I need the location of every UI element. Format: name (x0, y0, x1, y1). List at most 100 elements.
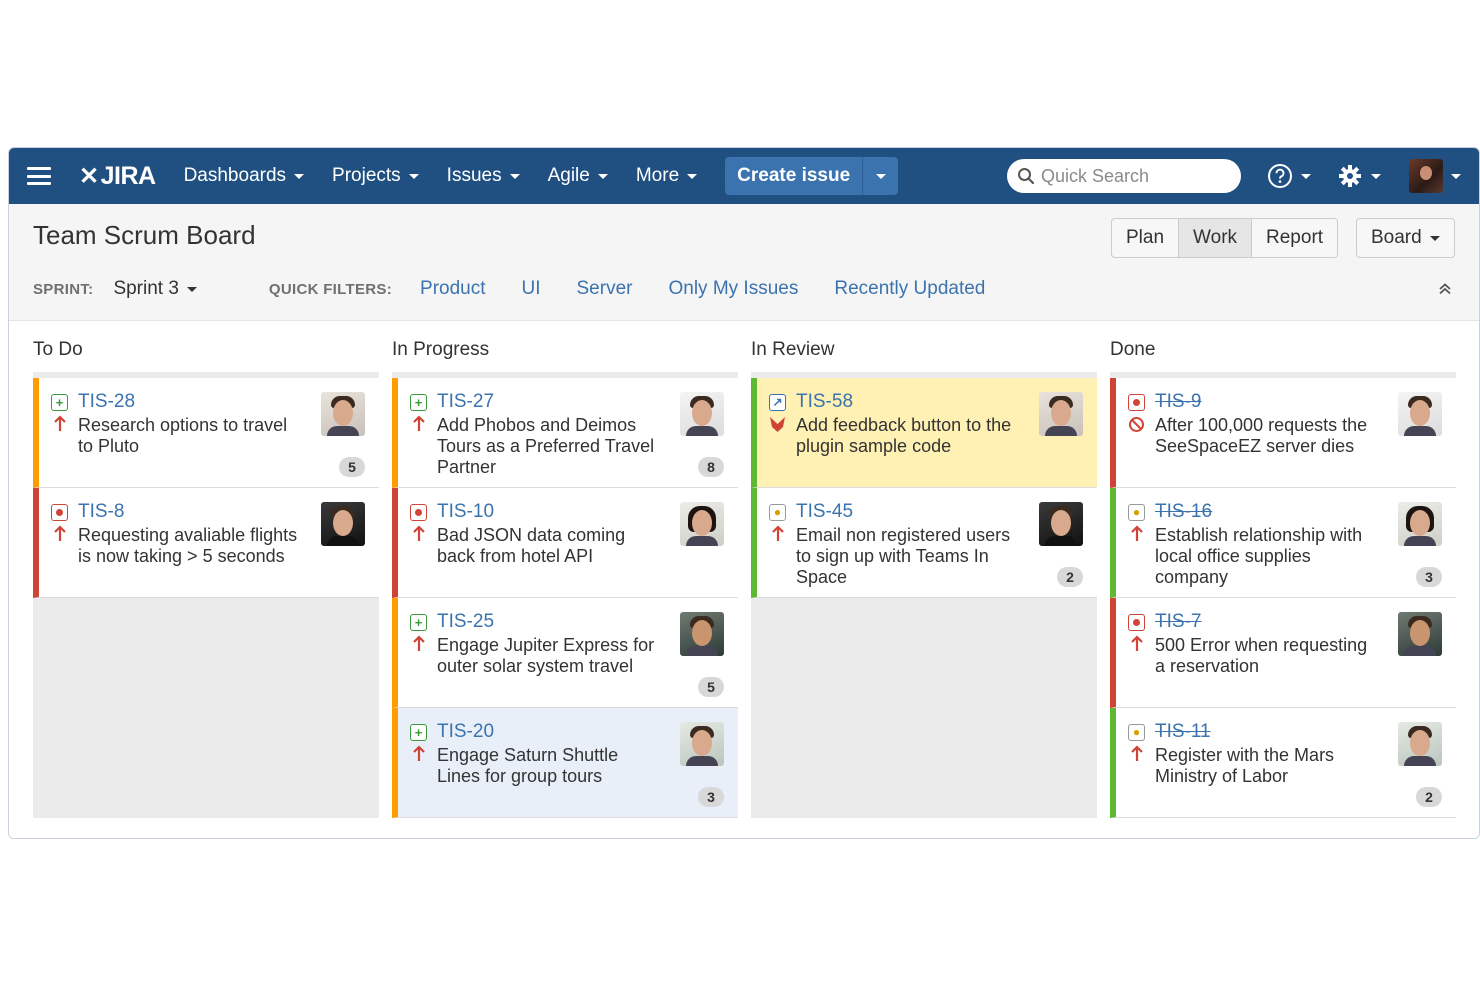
quick-search-input[interactable] (1041, 165, 1231, 187)
sprint-label: SPRINT: (33, 280, 94, 298)
quick-filter-server[interactable]: Server (577, 278, 633, 300)
story-icon: + (410, 613, 427, 631)
issue-card[interactable]: ↗ TIS-58 Add feedback button to the plugin… (751, 378, 1097, 488)
issue-key[interactable]: TIS-20 (437, 721, 494, 743)
story-points-badge: 8 (698, 457, 724, 477)
issue-key[interactable]: TIS-16 (1155, 501, 1212, 523)
issue-card[interactable]: ● TIS-11 Register with the Mars Ministry o… (1110, 708, 1456, 818)
board: To Do + TIS-28 Research options to travel t… (9, 321, 1479, 838)
issue-summary: Register with the Mars Ministry of Labor (1155, 745, 1335, 786)
column-to-do: + TIS-28 Research options to travel to Plu… (33, 372, 379, 818)
issue-card[interactable]: TIS-9 After 100,000 requests the SeeSpace… (1110, 378, 1456, 488)
assignee-avatar[interactable] (680, 722, 724, 766)
flag-icon (769, 415, 786, 457)
major-priority-icon (51, 415, 68, 457)
user-avatar[interactable] (1409, 159, 1443, 193)
issue-key[interactable]: TIS-58 (796, 391, 853, 413)
assignee-avatar[interactable] (1398, 722, 1442, 766)
settings-menu[interactable] (1337, 163, 1381, 189)
issue-card[interactable]: ● TIS-16 Establish relationship with local… (1110, 488, 1456, 598)
help-icon (1268, 164, 1292, 188)
quick-filter-only-my-issues[interactable]: Only My Issues (668, 278, 798, 300)
nav-agile[interactable]: Agile (548, 165, 608, 187)
assignee-avatar[interactable] (1398, 502, 1442, 546)
search-icon (1018, 168, 1035, 185)
issue-summary: Bad JSON data coming back from hotel API (437, 525, 626, 566)
story-points-badge: 5 (698, 677, 724, 697)
create-issue-button[interactable]: Create issue (725, 157, 862, 195)
chevron-down-icon (186, 286, 197, 292)
issue-key[interactable]: TIS-7 (1155, 611, 1201, 633)
issue-card[interactable]: + TIS-25 Engage Jupiter Express for outer … (392, 598, 738, 708)
chevron-down-icon (294, 173, 305, 179)
quick-filter-product[interactable]: Product (420, 278, 485, 300)
work-mode-button[interactable]: Work (1178, 219, 1252, 257)
chevron-down-icon[interactable] (1451, 173, 1461, 179)
nav-dashboards[interactable]: Dashboards (184, 165, 305, 187)
top-nav: ✕ JIRA Dashboards Projects Issues Agile … (9, 148, 1479, 204)
sprint-selector[interactable]: Sprint 3 (113, 278, 197, 300)
collapse-header-icon[interactable] (1439, 282, 1451, 298)
report-mode-button[interactable]: Report (1251, 219, 1337, 257)
issue-key[interactable]: TIS-28 (78, 391, 135, 413)
issue-summary: After 100,000 requests the SeeSpaceEZ se… (1155, 415, 1368, 456)
chevron-down-icon (875, 173, 886, 179)
help-menu[interactable] (1267, 163, 1311, 189)
assignee-avatar[interactable] (1398, 392, 1442, 436)
assignee-avatar[interactable] (680, 612, 724, 656)
assignee-avatar[interactable] (1398, 612, 1442, 656)
page-title: Team Scrum Board (33, 220, 256, 250)
assignee-avatar[interactable] (321, 502, 365, 546)
issue-card[interactable]: ● TIS-45 Email non registered users to sig… (751, 488, 1097, 598)
column-in-review: ↗ TIS-58 Add feedback button to the plugin… (751, 372, 1097, 818)
story-icon: + (51, 393, 68, 411)
major-priority-icon (1128, 745, 1145, 787)
issue-key[interactable]: TIS-9 (1155, 391, 1201, 413)
issue-key[interactable]: TIS-8 (78, 501, 124, 523)
issue-key[interactable]: TIS-11 (1155, 721, 1211, 743)
nav-projects[interactable]: Projects (332, 165, 419, 187)
bug-icon (51, 503, 68, 521)
create-issue-dropdown[interactable] (862, 157, 898, 195)
nav-issues[interactable]: Issues (447, 165, 520, 187)
board-mode-switcher: Plan Work Report (1111, 218, 1339, 258)
jira-logo-text: JIRA (100, 161, 156, 190)
major-priority-icon (410, 745, 427, 787)
issue-summary: Establish relationship with local office… (1155, 525, 1363, 587)
issue-card[interactable]: + TIS-28 Research options to travel to Plu… (33, 378, 379, 488)
chevron-down-icon (408, 173, 419, 179)
jira-logo[interactable]: ✕ JIRA (79, 162, 156, 191)
issue-key[interactable]: TIS-27 (437, 391, 494, 413)
assignee-avatar[interactable] (321, 392, 365, 436)
issue-card[interactable]: TIS-8 Requesting avaliable flights is now… (33, 488, 379, 598)
issue-card[interactable]: + TIS-20 Engage Saturn Shuttle Lines for g… (392, 708, 738, 818)
assignee-avatar[interactable] (1039, 502, 1083, 546)
quick-filter-ui[interactable]: UI (522, 278, 541, 300)
assignee-avatar[interactable] (680, 392, 724, 436)
story-points-badge: 5 (339, 457, 365, 477)
nav-issues-label: Issues (446, 165, 502, 186)
issue-summary: Email non registered users to sign up wi… (796, 525, 1011, 587)
chevron-down-icon (687, 173, 698, 179)
issue-card[interactable]: + TIS-27 Add Phobos and Deimos Tours as a … (392, 378, 738, 488)
column-title: Done (1110, 339, 1156, 360)
issue-card[interactable]: TIS-10 Bad JSON data coming back from hot… (392, 488, 738, 598)
assignee-avatar[interactable] (680, 502, 724, 546)
issue-summary: Add feedback button to the plugin sample… (796, 415, 1012, 456)
issue-key[interactable]: TIS-25 (437, 611, 494, 633)
issue-key[interactable]: TIS-45 (796, 501, 853, 523)
improvement-icon: ↗ (769, 393, 786, 411)
board-menu-button[interactable]: Board (1356, 218, 1455, 258)
story-icon: + (410, 723, 427, 741)
quick-filter-recently-updated[interactable]: Recently Updated (834, 278, 985, 300)
issue-card[interactable]: TIS-7 500 Error when requesting a reserva… (1110, 598, 1456, 708)
major-priority-icon (51, 525, 68, 567)
chevron-down-icon (1301, 173, 1311, 179)
nav-more[interactable]: More (636, 165, 698, 187)
plan-mode-button[interactable]: Plan (1112, 219, 1178, 257)
assignee-avatar[interactable] (1039, 392, 1083, 436)
menu-icon[interactable] (27, 167, 51, 185)
issue-key[interactable]: TIS-10 (437, 501, 494, 523)
quick-search (1007, 159, 1241, 193)
idea-icon: ● (1128, 503, 1145, 521)
